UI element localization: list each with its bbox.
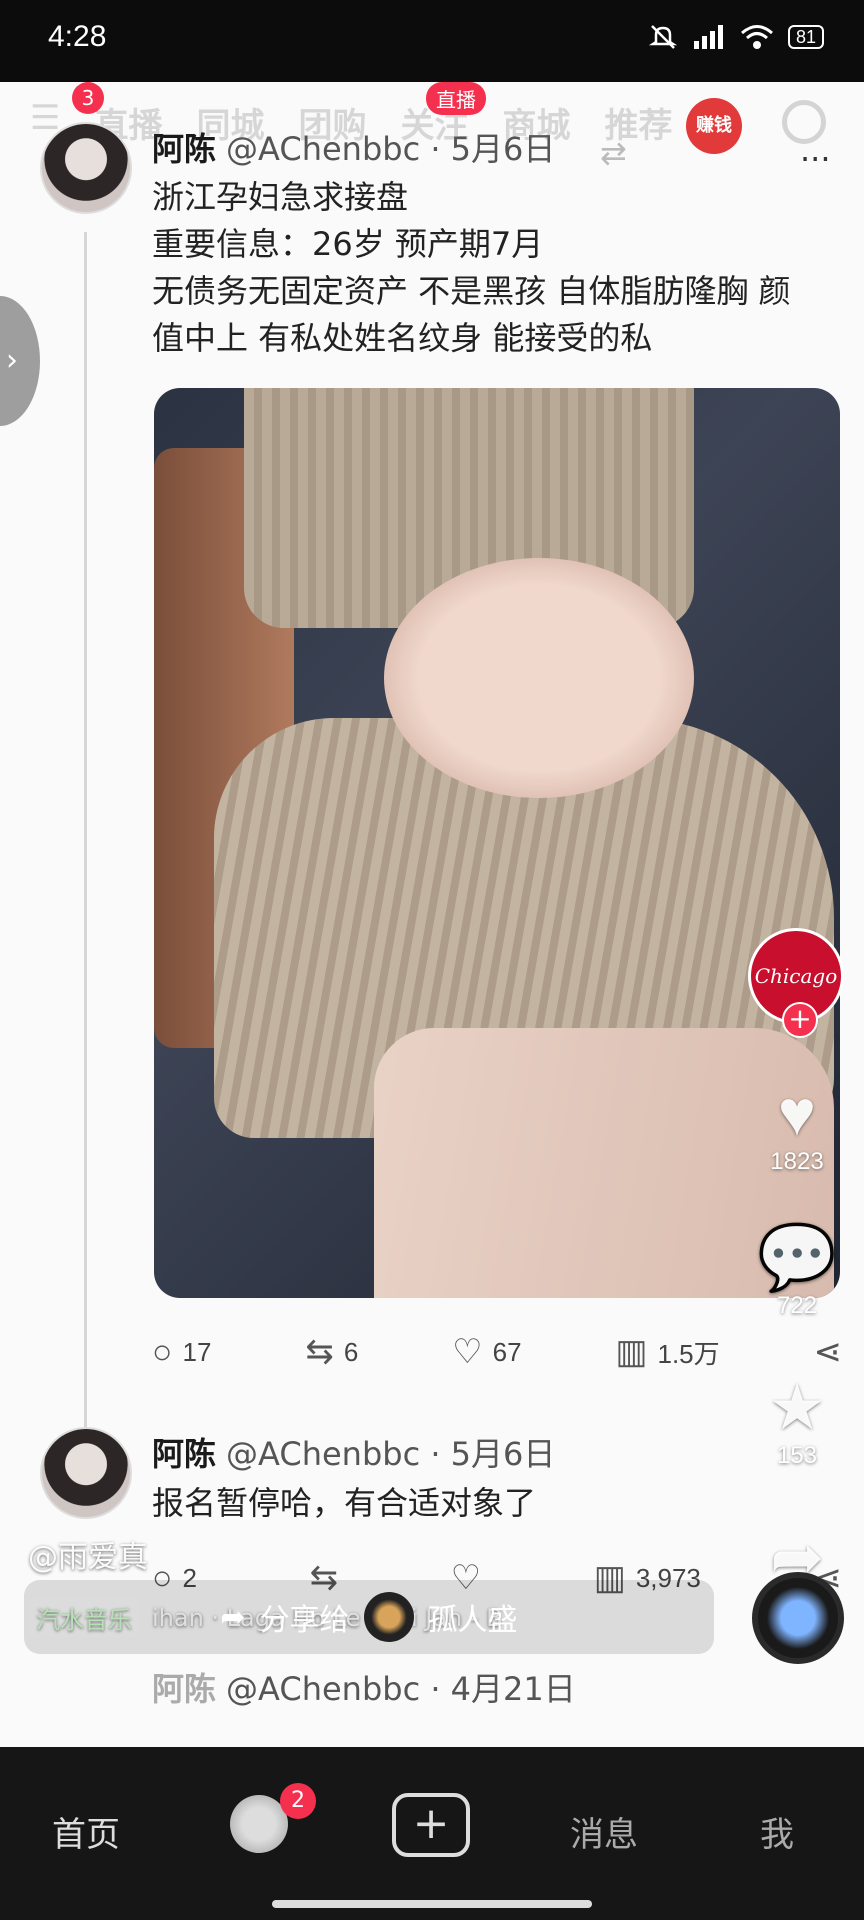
- live-badge: 直播: [426, 82, 486, 115]
- star-icon: ★: [768, 1371, 826, 1443]
- views-icon: ▥: [615, 1333, 648, 1371]
- author-handle: @AChenbbc · 4月21日: [226, 1670, 576, 1708]
- like-count: 67: [492, 1336, 522, 1367]
- share-label: 分享给: [259, 1603, 350, 1638]
- share-target-avatar: [363, 1592, 414, 1642]
- favorite-count: 153: [776, 1442, 818, 1469]
- more-icon: ···: [800, 140, 831, 178]
- status-time: 4:28: [48, 20, 107, 53]
- author-name: 阿陈: [152, 130, 217, 168]
- notification-badge: 3: [72, 82, 104, 114]
- retweet-action: ⇆ 6: [305, 1332, 358, 1372]
- views-action: ▥ 1.5万: [615, 1332, 719, 1372]
- heart-icon: ♥: [778, 1077, 816, 1149]
- plus-icon: +: [412, 1798, 450, 1849]
- like-action: ♡ 67: [452, 1332, 521, 1372]
- swap-icon: ⇄: [600, 134, 627, 172]
- tweet-body: 报名暂停哈，有合适对象了: [152, 1480, 842, 1527]
- bottom-tab-bar: 首页 2 + 消息 我: [0, 1747, 864, 1920]
- tweet-actions: ○ 17 ⇆ 6 ♡ 67 ▥ 1.5万 ⋖: [152, 1332, 842, 1372]
- share-icon: ➦: [220, 1599, 246, 1635]
- tab-home[interactable]: 首页: [52, 1807, 120, 1856]
- tweet-author: 阿陈 @AChenbbc · 4月21日: [152, 1664, 576, 1710]
- view-count: 1.5万: [657, 1338, 720, 1369]
- tab-messages[interactable]: 消息: [570, 1807, 638, 1856]
- tweet-author: 阿陈 @AChenbbc · 5月6日: [152, 124, 555, 170]
- like-count: 1823: [770, 1148, 824, 1175]
- tweet-body: 浙江孕妇急求接盘 重要信息：26岁 预产期7月 无债务无固定资产 不是黑孩 自体…: [152, 174, 842, 362]
- mute-icon: [648, 25, 678, 49]
- tweet-line: 无债务无固定资产 不是黑孩 自体脂肪隆胸 颜: [152, 272, 791, 310]
- photo-belly: [384, 558, 694, 798]
- reply-action: ○ 17: [152, 1332, 211, 1372]
- video-player[interactable]: ☰ 直播 同城 团购 关注 商城 推荐 3 直播 赚钱 › 阿陈 @AChenbb…: [0, 82, 864, 1747]
- favorite-button[interactable]: ★ 153: [742, 1372, 852, 1470]
- home-indicator[interactable]: [272, 1900, 592, 1908]
- author-watermark[interactable]: @雨爱真: [28, 1532, 148, 1576]
- like-button[interactable]: ♥ 1823: [742, 1078, 852, 1176]
- retweet-icon: ⇆: [305, 1333, 334, 1371]
- retweet-count: 6: [343, 1336, 359, 1367]
- comment-icon: ○: [152, 1332, 173, 1371]
- side-drawer-handle[interactable]: ›: [0, 296, 40, 426]
- status-bar: 4:28 81: [0, 0, 864, 82]
- avatar: [40, 122, 132, 214]
- earn-button: 赚钱: [686, 98, 742, 154]
- friends-badge: 2: [280, 1783, 316, 1819]
- tweet-line: 重要信息：26岁 预产期7月: [152, 225, 544, 263]
- search-icon: [782, 100, 826, 144]
- tab-me[interactable]: 我: [760, 1807, 794, 1856]
- author-name: 阿陈: [152, 1670, 217, 1708]
- signal-icon: [693, 25, 723, 49]
- author-handle: @AChenbbc · 5月6日: [226, 1435, 556, 1473]
- tweet-line: 浙江孕妇急求接盘: [152, 178, 409, 216]
- status-icons: 81: [648, 22, 824, 52]
- comment-button[interactable]: 💬 722: [742, 1222, 852, 1320]
- heart-icon: ♡: [452, 1333, 483, 1371]
- follow-button[interactable]: +: [782, 1002, 818, 1038]
- share-bar[interactable]: ➦ 分享给 孤人盛: [24, 1580, 714, 1654]
- music-disc[interactable]: [752, 1572, 844, 1664]
- reply-count: 17: [182, 1336, 212, 1367]
- comment-count: 722: [776, 1292, 818, 1319]
- battery-icon: 81: [787, 25, 824, 49]
- tweet-author: 阿陈 @AChenbbc · 5月6日: [152, 1429, 555, 1475]
- avatar: [40, 1427, 132, 1519]
- author-name: 阿陈: [152, 1435, 217, 1473]
- thread-line: [84, 232, 87, 1487]
- tweet-line: 报名暂停哈，有合适对象了: [152, 1484, 537, 1522]
- author-handle: @AChenbbc · 5月6日: [226, 130, 556, 168]
- share-icon: ⋖: [813, 1333, 843, 1371]
- tweet-line: 值中上 有私处姓名纹身 能接受的私: [152, 319, 653, 357]
- comment-icon: 💬: [757, 1221, 837, 1293]
- share-target-name: 孤人盛: [427, 1603, 518, 1638]
- create-button[interactable]: +: [392, 1793, 470, 1857]
- wifi-icon: [740, 25, 773, 49]
- tweet-photo: [154, 388, 840, 1298]
- share-action: ⋖: [814, 1332, 843, 1372]
